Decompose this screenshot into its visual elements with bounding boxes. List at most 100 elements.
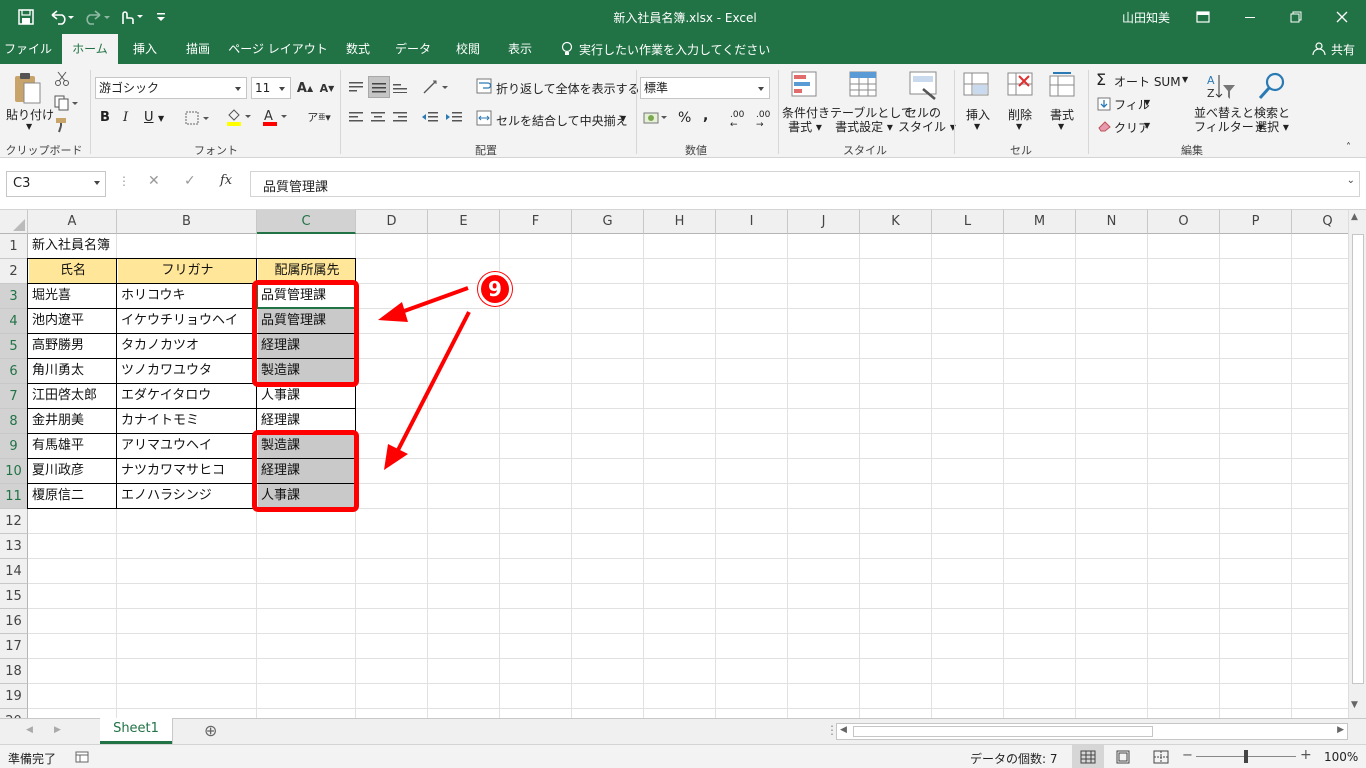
increase-font-icon[interactable]: A ▲ xyxy=(296,78,314,98)
expand-formula-icon[interactable]: ⌄ xyxy=(1347,175,1355,186)
tab-insert[interactable]: 挿入 xyxy=(124,34,166,64)
fill-icon[interactable] xyxy=(1096,96,1112,112)
scroll-left-icon[interactable]: ◀ xyxy=(840,725,847,735)
row-header-19[interactable]: 19 xyxy=(0,684,28,709)
row-header-13[interactable]: 13 xyxy=(0,534,28,559)
table-cell[interactable]: 江田啓太郎 xyxy=(29,384,117,408)
row-header-6[interactable]: 6 xyxy=(0,359,28,384)
orientation-icon[interactable] xyxy=(420,76,454,98)
restore-icon[interactable] xyxy=(1290,9,1308,25)
conditional-format-icon[interactable] xyxy=(790,70,820,102)
tab-home[interactable]: ホーム xyxy=(62,34,118,64)
eraser-icon[interactable] xyxy=(1096,118,1112,134)
column-header-c[interactable]: C xyxy=(257,210,356,234)
table-cell[interactable]: ナツカワマサヒコ xyxy=(118,459,257,483)
clear-dropdown-icon[interactable]: ▼ xyxy=(1144,121,1150,130)
column-header-e[interactable]: E xyxy=(428,210,500,234)
cancel-entry-icon[interactable]: ✕ xyxy=(148,173,160,189)
delete-cells-button[interactable]: 削除 xyxy=(1008,106,1032,123)
row-header-10[interactable]: 10 xyxy=(0,459,28,484)
decrease-decimal-button[interactable]: .00 → xyxy=(756,110,770,130)
table-cell[interactable]: 金井朋美 xyxy=(29,409,117,433)
table-cell[interactable]: 夏川政彦 xyxy=(29,459,117,483)
increase-indent-icon[interactable] xyxy=(444,108,464,126)
format-cells-icon[interactable] xyxy=(1048,70,1078,102)
merge-dropdown-icon[interactable]: ▼ xyxy=(620,114,626,123)
row-header-4[interactable]: 4 xyxy=(0,309,28,334)
zoom-level[interactable]: 100% xyxy=(1324,750,1358,764)
comma-button[interactable]: , xyxy=(703,108,708,124)
number-format-dropdown[interactable]: 標準 xyxy=(640,77,770,99)
sheet-tab-sheet1[interactable]: Sheet1 xyxy=(100,718,172,744)
align-left-icon[interactable] xyxy=(346,108,366,126)
scroll-up-icon[interactable]: ▲ xyxy=(1351,212,1358,222)
row-header-7[interactable]: 7 xyxy=(0,384,28,409)
cell-styles-button[interactable]: セルの スタイル ▾ xyxy=(898,106,956,134)
name-box[interactable]: C3 xyxy=(6,171,106,197)
close-icon[interactable] xyxy=(1336,9,1354,25)
column-header-m[interactable]: M xyxy=(1004,210,1076,234)
format-as-table-button[interactable]: テーブルとして 書式設定 ▾ xyxy=(830,106,913,134)
minimize-icon[interactable] xyxy=(1244,9,1262,25)
table-cell[interactable]: エノハラシンジ xyxy=(118,484,257,508)
spreadsheet-grid[interactable]: A B C D E F G H I J K L M N O P Q 1 2 3 4 5 6 7 8 9 10 11 12 13 14 15 16… xyxy=(0,210,1366,718)
row-header-2[interactable]: 2 xyxy=(0,259,28,284)
table-cell[interactable]: 榎原信二 xyxy=(29,484,117,508)
row-header-9[interactable]: 9 xyxy=(0,434,28,459)
tab-view[interactable]: 表示 xyxy=(498,34,542,64)
format-as-table-icon[interactable] xyxy=(848,70,880,102)
row-header-16[interactable]: 16 xyxy=(0,609,28,634)
row-header-14[interactable]: 14 xyxy=(0,559,28,584)
tab-data[interactable]: データ xyxy=(390,34,436,64)
borders-icon[interactable] xyxy=(184,108,214,128)
insert-dropdown-icon[interactable]: ▼ xyxy=(974,122,980,131)
row-header-1[interactable]: 1 xyxy=(0,234,28,259)
page-break-view-icon[interactable] xyxy=(1150,747,1172,767)
cut-icon[interactable] xyxy=(52,70,72,88)
autosum-icon[interactable]: Σ xyxy=(1096,70,1106,89)
column-header-n[interactable]: N xyxy=(1076,210,1148,234)
paste-button[interactable]: 貼り付け xyxy=(6,106,54,123)
column-header-f[interactable]: F xyxy=(500,210,572,234)
column-header-l[interactable]: L xyxy=(932,210,1004,234)
redo-icon[interactable] xyxy=(86,8,114,26)
decrease-font-icon[interactable]: A ▼ xyxy=(318,78,336,98)
conditional-format-button[interactable]: 条件付き 書式 ▾ xyxy=(782,106,830,134)
align-top-icon[interactable] xyxy=(346,78,366,96)
table-cell[interactable]: カナイトモミ xyxy=(118,409,257,433)
table-cell[interactable]: タカノカツオ xyxy=(118,334,257,358)
font-color-icon[interactable]: A xyxy=(260,106,292,128)
merge-center-button[interactable]: セルを結合して中央揃え xyxy=(496,112,628,129)
row-header-20[interactable]: 20 xyxy=(0,709,28,718)
cell-styles-icon[interactable] xyxy=(908,70,940,102)
save-icon[interactable] xyxy=(18,8,38,26)
table-cell[interactable]: アリマユウヘイ xyxy=(118,434,257,458)
format-painter-icon[interactable] xyxy=(52,116,72,134)
row-header-17[interactable]: 17 xyxy=(0,634,28,659)
find-select-icon[interactable] xyxy=(1256,70,1288,102)
column-header-i[interactable]: I xyxy=(716,210,788,234)
fill-color-icon[interactable] xyxy=(224,106,256,128)
insert-function-icon[interactable]: fx xyxy=(220,173,232,188)
table-cell[interactable]: 堀光喜 xyxy=(29,284,117,308)
paste-icon[interactable] xyxy=(10,70,44,106)
merge-center-icon[interactable] xyxy=(474,108,494,128)
user-name[interactable]: 山田知美 xyxy=(1122,0,1170,34)
formula-input[interactable]: 品質管理課 ⌄ xyxy=(250,171,1360,197)
row-header-15[interactable]: 15 xyxy=(0,584,28,609)
tell-me[interactable]: 実行したい作業を入力してください xyxy=(560,34,770,64)
horizontal-scrollbar[interactable]: ◀ ▶ xyxy=(836,723,1348,740)
undo-icon[interactable] xyxy=(48,8,78,26)
currency-icon[interactable] xyxy=(642,108,672,128)
ribbon-display-icon[interactable] xyxy=(1196,9,1214,25)
align-middle-icon[interactable] xyxy=(368,76,390,98)
row-header-8[interactable]: 8 xyxy=(0,409,28,434)
row-header-11[interactable]: 11 xyxy=(0,484,28,509)
column-header-k[interactable]: K xyxy=(860,210,932,234)
underline-dropdown-icon[interactable]: ▼ xyxy=(158,114,164,123)
autosum-dropdown-icon[interactable]: ▼ xyxy=(1182,75,1188,84)
column-header-d[interactable]: D xyxy=(356,210,428,234)
row-header-3[interactable]: 3 xyxy=(0,284,28,309)
column-header-j[interactable]: J xyxy=(788,210,860,234)
select-all-corner[interactable] xyxy=(0,210,28,234)
